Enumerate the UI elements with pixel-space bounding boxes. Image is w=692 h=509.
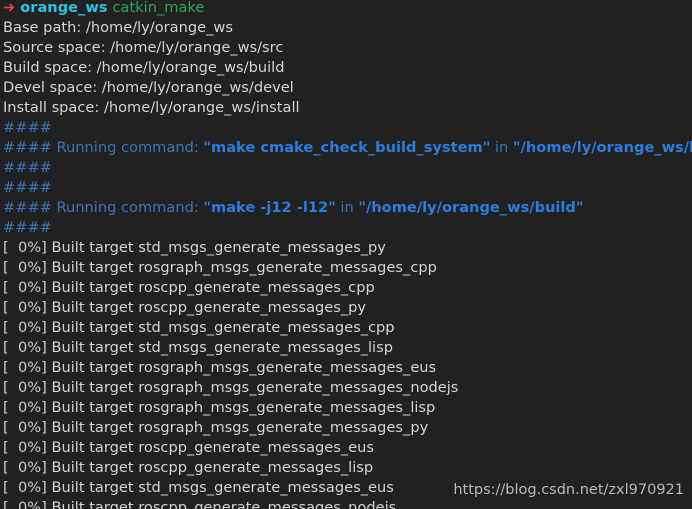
watermark-text: https://blog.csdn.net/zxl970921 — [453, 482, 684, 498]
built-target-line: [ 0%] Built target rosgraph_msgs_generat… — [3, 418, 692, 438]
built-target-text: Built target std_msgs_generate_messages_… — [46, 239, 386, 256]
built-target-text: Built target rosgraph_msgs_generate_mess… — [46, 379, 459, 396]
running-command-value-2: "make -j12 -l12" — [203, 199, 336, 216]
built-target-text: Built target std_msgs_generate_messages_… — [46, 319, 395, 336]
hash-separator-4: #### — [3, 219, 52, 236]
built-target-percent: [ 0%] — [3, 279, 47, 296]
built-target-percent: [ 0%] — [3, 479, 47, 496]
built-target-line: [ 0%] Built target roscpp_generate_messa… — [3, 458, 692, 478]
built-target-text: Built target std_msgs_generate_messages_… — [46, 479, 394, 496]
prompt-line-top: ➜ orange_ws catkin_make — [3, 0, 692, 18]
built-target-text: Built target rosgraph_msgs_generate_mess… — [46, 419, 429, 436]
hash-separator-3: #### — [3, 179, 52, 196]
running-command-value-1: "make cmake_check_build_system" — [203, 139, 491, 156]
built-target-text: Built target rosgraph_msgs_generate_mess… — [46, 399, 436, 416]
built-target-line: [ 0%] Built target roscpp_generate_messa… — [3, 278, 692, 298]
built-target-text: Built target roscpp_generate_messages_py — [46, 299, 367, 316]
built-target-line: [ 0%] Built target rosgraph_msgs_generat… — [3, 398, 692, 418]
built-target-percent: [ 0%] — [3, 419, 47, 436]
running-command-in-2: in — [335, 199, 359, 216]
built-target-text: Built target roscpp_generate_messages_no… — [46, 499, 397, 509]
built-target-text: Built target roscpp_generate_messages_cp… — [46, 279, 375, 296]
hash-separator-2: #### — [3, 159, 52, 176]
built-target-text: Built target std_msgs_generate_messages_… — [46, 339, 393, 356]
built-target-line: [ 0%] Built target rosgraph_msgs_generat… — [3, 258, 692, 278]
built-target-line: [ 0%] Built target roscpp_generate_messa… — [3, 438, 692, 458]
built-target-line: [ 0%] Built target rosgraph_msgs_generat… — [3, 378, 692, 398]
built-target-text: Built target roscpp_generate_messages_eu… — [46, 439, 374, 456]
output-line-devel-space: Devel space: /home/ly/orange_ws/devel — [3, 79, 294, 96]
built-target-percent: [ 0%] — [3, 499, 47, 509]
built-target-percent: [ 0%] — [3, 319, 47, 336]
running-command-prefix-2: #### Running command: — [3, 199, 204, 216]
output-line-source-space: Source space: /home/ly/orange_ws/src — [3, 39, 284, 56]
prompt-arrow-icon: ➜ — [3, 0, 16, 16]
terminal-window[interactable]: ➜ orange_ws catkin_make Base path: /home/l… — [0, 0, 692, 509]
built-target-percent: [ 0%] — [3, 379, 47, 396]
built-target-percent: [ 0%] — [3, 339, 47, 356]
output-line-build-space: Build space: /home/ly/orange_ws/build — [3, 59, 285, 76]
built-target-text: Built target roscpp_generate_messages_li… — [46, 459, 374, 476]
built-target-percent: [ 0%] — [3, 459, 47, 476]
built-target-percent: [ 0%] — [3, 399, 47, 416]
running-command-line-2: #### Running command: "make -j12 -l12" i… — [3, 198, 692, 218]
prompt-directory: orange_ws — [20, 0, 108, 16]
built-target-line: [ 0%] Built target std_msgs_generate_mes… — [3, 318, 692, 338]
running-command-path-1: "/home/ly/orange_ws/build" — [512, 139, 692, 156]
built-target-line: [ 0%] Built target roscpp_generate_messa… — [3, 298, 692, 318]
built-target-percent: [ 0%] — [3, 359, 47, 376]
built-target-list: [ 0%] Built target std_msgs_generate_mes… — [3, 238, 692, 509]
built-target-percent: [ 0%] — [3, 299, 47, 316]
built-target-percent: [ 0%] — [3, 439, 47, 456]
built-target-line: [ 0%] Built target std_msgs_generate_mes… — [3, 238, 692, 258]
built-target-text: Built target rosgraph_msgs_generate_mess… — [46, 359, 437, 376]
built-target-text: Built target rosgraph_msgs_generate_mess… — [46, 259, 437, 276]
output-line-base-path: Base path: /home/ly/orange_ws — [3, 19, 233, 36]
built-target-line: [ 0%] Built target std_msgs_generate_mes… — [3, 338, 692, 358]
hash-separator-1: #### — [3, 119, 52, 136]
running-command-path-2: "/home/ly/orange_ws/build" — [358, 199, 584, 216]
prompt-command: catkin_make — [112, 0, 205, 16]
running-command-line-1: #### Running command: "make cmake_check_… — [3, 138, 692, 158]
built-target-line: [ 0%] Built target rosgraph_msgs_generat… — [3, 358, 692, 378]
terminal-screen: ➜ orange_ws catkin_make Base path: /home/l… — [3, 0, 692, 509]
running-command-prefix-1: #### Running command: — [3, 139, 204, 156]
output-line-install-space: Install space: /home/ly/orange_ws/instal… — [3, 99, 300, 116]
running-command-in-1: in — [490, 139, 513, 156]
built-target-percent: [ 0%] — [3, 239, 47, 256]
built-target-percent: [ 0%] — [3, 259, 47, 276]
